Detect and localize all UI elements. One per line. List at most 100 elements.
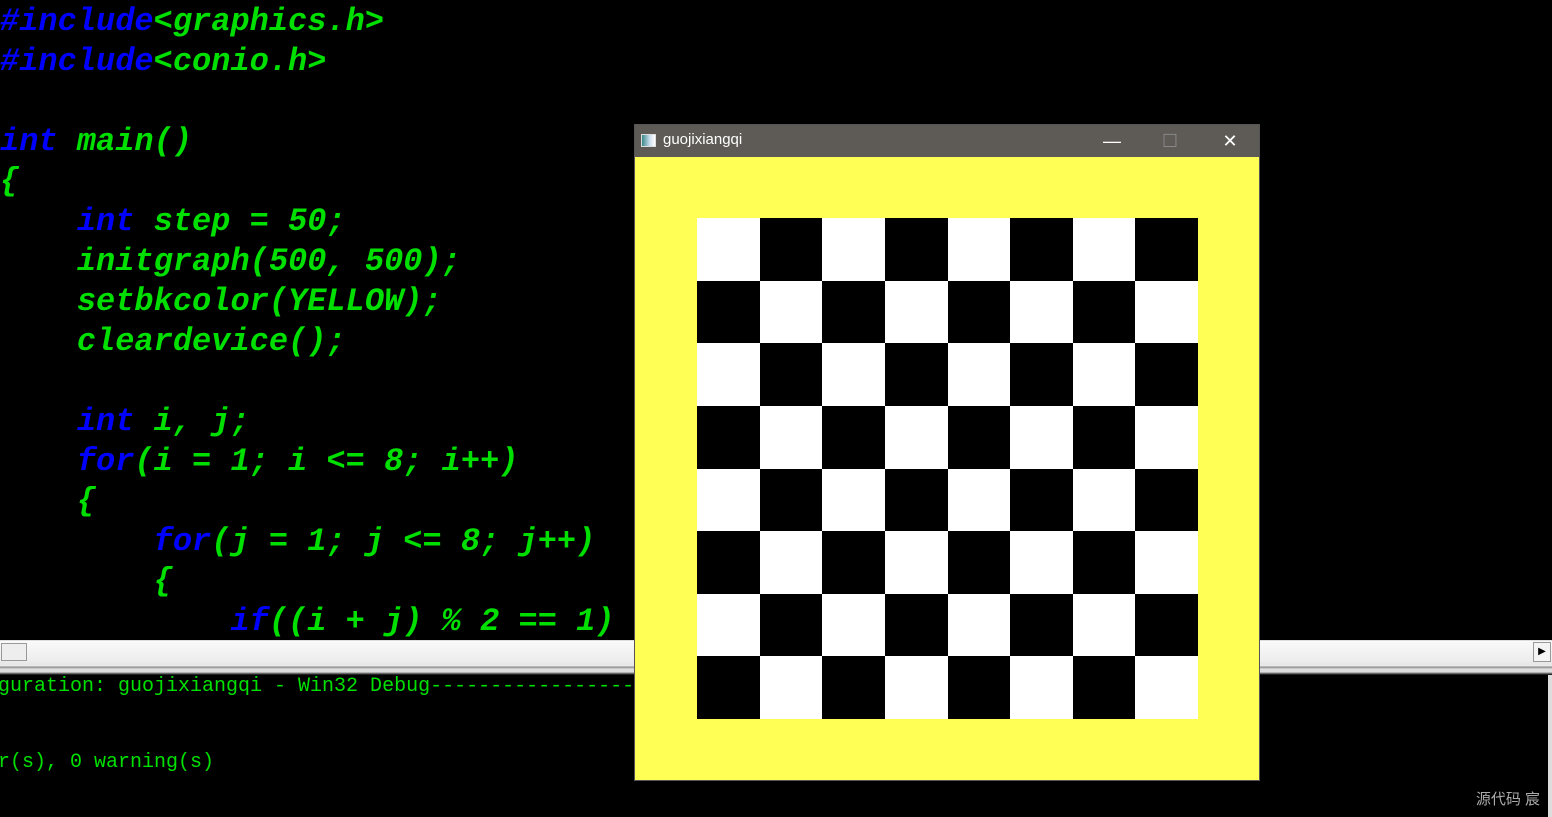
graphics-window: guojixiangqi — ☐ ✕ [634, 124, 1260, 781]
white-square [884, 656, 948, 719]
code-keyword: if [230, 603, 269, 640]
code-keyword: #include [0, 3, 154, 40]
white-square [697, 218, 760, 281]
white-square [822, 468, 885, 532]
scrollbar-thumb[interactable] [1, 643, 27, 661]
black-square [884, 468, 948, 532]
white-square [1072, 218, 1136, 281]
code-line: setbkcolor(YELLOW); [0, 282, 615, 322]
black-square [1072, 280, 1136, 344]
black-square [697, 280, 760, 344]
vertical-scrollbar[interactable] [1548, 675, 1552, 817]
code-text: { [0, 563, 173, 600]
app-icon [641, 134, 656, 147]
black-square [884, 593, 948, 657]
code-line: if((i + j) % 2 == 1) [0, 602, 615, 642]
code-keyword: int [76, 403, 135, 440]
code-line: int step = 50; [0, 202, 615, 242]
black-square [1135, 343, 1198, 406]
white-square [822, 593, 885, 657]
maximize-button[interactable]: ☐ [1141, 125, 1199, 157]
code-text: i, j; [134, 403, 250, 440]
white-square [822, 218, 885, 281]
window-title: guojixiangqi [663, 131, 743, 148]
close-button[interactable]: ✕ [1201, 125, 1259, 157]
white-square [759, 280, 823, 344]
black-square [697, 531, 760, 594]
code-keyword: for [76, 443, 135, 480]
code-text: setbkcolor(YELLOW); [0, 283, 442, 320]
black-square [1010, 218, 1073, 281]
white-square [759, 656, 823, 719]
code-text: main() [57, 123, 193, 160]
code-keyword: int [76, 203, 135, 240]
white-square [759, 405, 823, 469]
code-text: { [0, 483, 97, 520]
white-square [884, 531, 948, 594]
code-text: (j = 1; j <= 8; j++) [211, 523, 596, 560]
white-square [947, 468, 1011, 532]
white-square [1072, 468, 1136, 532]
black-square [697, 405, 760, 469]
white-square [1072, 343, 1136, 406]
black-square [1072, 405, 1136, 469]
black-square [697, 656, 760, 719]
white-square [947, 218, 1011, 281]
white-square [884, 280, 948, 344]
black-square [1135, 468, 1198, 532]
black-square [947, 405, 1011, 469]
black-square [1072, 656, 1136, 719]
code-text: <graphics.h> [153, 3, 385, 40]
white-square [1135, 656, 1198, 719]
black-square [822, 531, 885, 594]
white-square [697, 468, 760, 532]
output-result-line: r(s), 0 warning(s) [0, 751, 215, 774]
black-square [947, 531, 1011, 594]
code-text: <conio.h> [153, 43, 327, 80]
white-square [1135, 531, 1198, 594]
code-line: #include<conio.h> [0, 42, 615, 82]
code-line: #include<graphics.h> [0, 2, 615, 42]
black-square [884, 218, 948, 281]
white-square [697, 593, 760, 657]
code-line: { [0, 162, 615, 202]
black-square [1010, 343, 1073, 406]
black-square [759, 468, 823, 532]
code-line: int main() [0, 122, 615, 162]
white-square [1072, 593, 1136, 657]
code-editor[interactable]: #include<graphics.h> #include<conio.h> int… [0, 2, 615, 642]
code-text: { [0, 163, 20, 200]
black-square [947, 280, 1011, 344]
black-square [884, 343, 948, 406]
code-text: step = 50; [134, 203, 346, 240]
code-line: initgraph(500, 500); [0, 242, 615, 282]
title-bar[interactable]: guojixiangqi — ☐ ✕ [635, 125, 1259, 157]
white-square [1010, 656, 1073, 719]
black-square [1135, 218, 1198, 281]
code-line: { [0, 562, 615, 602]
white-square [884, 405, 948, 469]
minimize-button[interactable]: — [1083, 125, 1141, 157]
white-square [1010, 531, 1073, 594]
black-square [1010, 468, 1073, 532]
code-keyword: for [153, 523, 212, 560]
white-square [1010, 280, 1073, 344]
chess-board [697, 218, 1198, 719]
code-text: ((i + j) % 2 == 1) [268, 603, 615, 640]
white-square [1010, 405, 1073, 469]
black-square [1135, 593, 1198, 657]
code-line: int i, j; [0, 402, 615, 442]
white-square [947, 343, 1011, 406]
white-square [822, 343, 885, 406]
output-config-line: guration: guojixiangqi - Win32 Debug----… [0, 675, 671, 698]
black-square [1010, 593, 1073, 657]
code-line: for(i = 1; i <= 8; i++) [0, 442, 615, 482]
black-square [759, 593, 823, 657]
black-square [822, 656, 885, 719]
white-square [697, 343, 760, 406]
scroll-right-arrow-icon[interactable]: ▶ [1533, 642, 1551, 662]
